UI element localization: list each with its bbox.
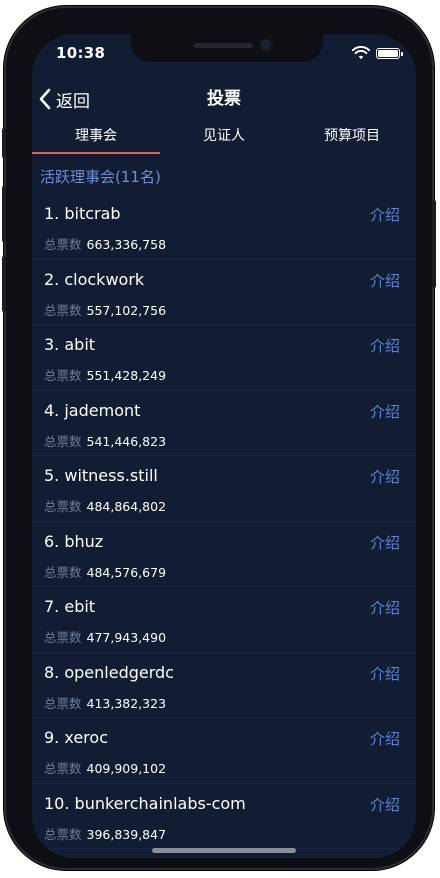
intro-link[interactable]: 介绍 (370, 204, 400, 225)
member-votes: 总票数 663,336,758 (44, 234, 166, 253)
member-votes: 总票数 541,446,823 (44, 431, 166, 450)
member-votes: 总票数 551,428,249 (44, 365, 166, 384)
tab-council[interactable]: 理事会 (32, 122, 160, 154)
votes-label: 总票数 (44, 237, 82, 252)
intro-link[interactable]: 介绍 (370, 597, 400, 618)
member-votes: 总票数 413,382,323 (44, 693, 166, 712)
list-item: 6. bhuz 总票数 484,576,679 介绍 (32, 522, 416, 587)
list-item: 2. clockwork 总票数 557,102,756 介绍 (32, 260, 416, 325)
votes-label: 总票数 (44, 433, 82, 449)
votes-value: 396,839,847 (86, 826, 167, 842)
votes-value: 663,336,758 (86, 237, 167, 252)
power-button (432, 200, 436, 288)
member-votes: 总票数 484,864,802 (44, 496, 166, 515)
list-item: 9. xeroc 总票数 409,909,102 介绍 (32, 718, 416, 784)
list-item: 7. ebit 总票数 477,943,490 介绍 (32, 587, 416, 653)
list-item: 10. bunkerchainlabs-com 总票数 396,839,847 介… (32, 784, 416, 849)
intro-link[interactable]: 介绍 (370, 401, 400, 422)
list-item: 8. openledgerdc 总票数 413,382,323 介绍 (32, 653, 416, 718)
tab-witnesses[interactable]: 见证人 (160, 122, 288, 154)
member-name: 7. ebit (44, 597, 96, 616)
member-votes: 总票数 396,839,847 (44, 824, 166, 843)
votes-label: 总票数 (44, 302, 82, 318)
member-votes: 总票数 477,943,490 (44, 627, 166, 646)
list-item: 5. witness.still 总票数 484,864,802 介绍 (32, 456, 416, 522)
votes-label: 总票数 (44, 826, 82, 842)
status-time: 10:38 (56, 44, 106, 62)
intro-link[interactable]: 介绍 (370, 335, 400, 356)
intro-link[interactable]: 介绍 (370, 270, 400, 291)
battery-icon (376, 48, 403, 59)
intro-link[interactable]: 介绍 (370, 663, 400, 684)
member-votes: 总票数 484,576,679 (44, 562, 166, 581)
member-votes: 总票数 557,102,756 (44, 300, 166, 319)
votes-value: 477,943,490 (86, 630, 167, 645)
votes-label: 总票数 (44, 499, 82, 514)
navbar: 返回 投票 (32, 84, 416, 114)
votes-value: 409,909,102 (86, 761, 167, 776)
member-name: 5. witness.still (44, 466, 158, 485)
votes-label: 总票数 (44, 695, 82, 711)
tab-budget-items[interactable]: 预算项目 (288, 122, 416, 154)
section-header: 活跃理事会(11名) (40, 168, 161, 186)
votes-label: 总票数 (44, 761, 82, 776)
phone-frame: 10:38 返回 投票 理事会 见证人 预算项目 活跃理事会(11名) 1. b… (2, 6, 436, 870)
back-label: 返回 (56, 91, 90, 112)
intro-link[interactable]: 介绍 (370, 466, 400, 487)
council-list: 1. bitcrab 总票数 663,336,758 介绍 2. clockwor… (32, 194, 416, 849)
votes-value: 484,576,679 (86, 564, 167, 580)
notch (131, 34, 323, 62)
intro-link[interactable]: 介绍 (370, 794, 400, 815)
member-name: 9. xeroc (44, 728, 108, 747)
tab-bar: 理事会 见证人 预算项目 (32, 122, 416, 154)
home-indicator[interactable] (152, 848, 296, 853)
volume-up-button (2, 186, 6, 242)
list-item: 3. abit 总票数 551,428,249 介绍 (32, 325, 416, 391)
member-name: 6. bhuz (44, 531, 104, 551)
votes-label: 总票数 (44, 368, 82, 383)
votes-value: 557,102,756 (86, 302, 167, 318)
camera (261, 40, 271, 50)
member-name: 10. bunkerchainlabs-com (44, 793, 246, 813)
member-name: 3. abit (44, 335, 96, 354)
volume-down-button (2, 256, 6, 312)
member-name: 8. openledgerdc (44, 662, 174, 682)
votes-value: 413,382,323 (86, 695, 167, 711)
votes-value: 484,864,802 (86, 499, 167, 514)
votes-value: 551,428,249 (86, 368, 167, 383)
votes-label: 总票数 (44, 630, 82, 645)
member-votes: 总票数 409,909,102 (44, 758, 166, 777)
chevron-left-icon (39, 88, 51, 110)
list-item: 4. jademont 总票数 541,446,823 介绍 (32, 391, 416, 456)
member-name: 4. jademont (44, 400, 141, 420)
member-name: 1. bitcrab (44, 204, 121, 223)
intro-link[interactable]: 介绍 (370, 532, 400, 553)
intro-link[interactable]: 介绍 (370, 728, 400, 749)
wifi-icon (352, 46, 370, 60)
votes-value: 541,446,823 (86, 433, 167, 449)
back-button[interactable]: 返回 (38, 84, 90, 114)
mute-switch (2, 128, 6, 158)
member-name: 2. clockwork (44, 269, 145, 289)
app-screen: 10:38 返回 投票 理事会 见证人 预算项目 活跃理事会(11名) 1. b… (32, 34, 416, 858)
list-item: 1. bitcrab 总票数 663,336,758 介绍 (32, 194, 416, 260)
speaker (193, 43, 253, 48)
votes-label: 总票数 (44, 564, 82, 580)
